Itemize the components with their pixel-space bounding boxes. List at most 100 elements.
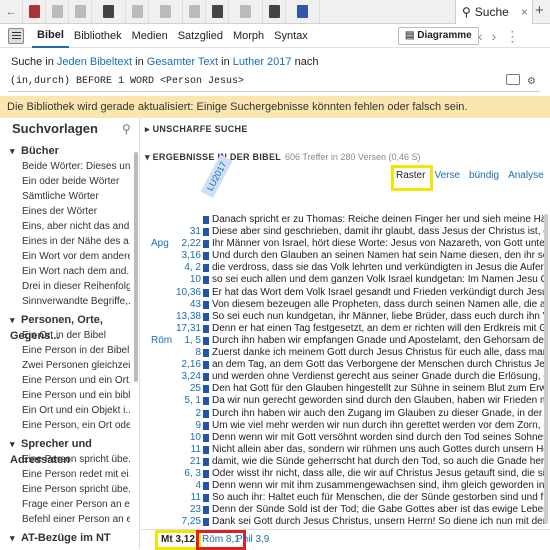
result-row[interactable]: 13,38 So sei euch nun kundgetan, ihr Männ… [141,311,550,323]
result-row[interactable]: 21 damit, wie die Sünde geherrscht hat du… [141,456,550,468]
row-verse[interactable]: 17,31 [176,323,201,335]
row-verse[interactable]: 9 [195,420,201,432]
row-book[interactable]: Apg [151,238,169,250]
row-text[interactable]: Von diesem bezeugen alle Propheten, dass… [212,299,547,311]
tab-raster[interactable]: Raster [396,170,425,181]
search-icon[interactable]: ⚲ [122,122,131,136]
row-text[interactable]: Und durch den Glauben an seinen Namen ha… [212,250,547,262]
row-verse[interactable]: 11 [191,492,201,504]
row-verse[interactable]: 25 [190,383,201,395]
result-row[interactable]: 17,31 Denn er hat einen Tag festgesetzt, … [141,323,550,335]
book-tab-5[interactable] [126,0,149,23]
result-row[interactable]: Apg 2,22 Ihr Männer von Israel, hört diese… [141,238,550,250]
diagram-button[interactable]: ▤ Diagramme [398,27,479,45]
group-at-bezuege[interactable]: AT-Bezüge im NT [0,530,139,546]
row-text[interactable]: Denn wenn wir mit Gott versöhnt worden s… [212,432,547,444]
sidebar-item[interactable]: Eine Person und ein bibl... [0,388,130,403]
row-verse[interactable]: 10 [190,274,201,286]
row-verse[interactable]: 4, 2 [184,262,201,274]
row-text[interactable]: Durch ihn haben wir empfangen Gnade und … [212,335,547,347]
row-text[interactable]: So auch ihr: Haltet euch für Menschen, d… [212,492,547,504]
tab-phil-3-9[interactable]: Phil 3,9 [233,532,272,548]
result-row[interactable]: 2,16 an dem Tag, an dem Gott das Verborge… [141,359,550,371]
result-row[interactable]: 7,25 Dank sei Gott durch Jesus Christus, … [141,516,550,528]
tab-bibel[interactable]: Bibel [32,24,69,48]
search-tab[interactable]: ⚲ Suche × [455,0,533,24]
sidebar-item[interactable]: Eine Person spricht übe... [0,482,130,497]
result-row[interactable]: 11 Nicht allein aber das, sondern wir rüh… [141,444,550,456]
row-text[interactable]: so sei euch allen und dem ganzen Volk Is… [212,274,547,286]
result-row[interactable]: 10,36 Er hat das Wort dem Volk Israel ges… [141,287,550,299]
row-text[interactable]: Nicht allein aber das, sondern wir rühme… [212,444,547,456]
result-row[interactable]: 3,24 und werden ohne Verdienst gerecht au… [141,371,550,383]
book-tab-7[interactable] [183,0,206,23]
book-tab-8[interactable] [206,0,229,23]
sidebar-item[interactable]: Ein Ort und ein Objekt i... [0,403,130,418]
sidebar-item[interactable]: Eine Person, ein Ort ode... [0,418,130,433]
back-tab-icon[interactable]: ← [0,0,23,23]
row-text[interactable]: Um wie viel mehr werden wir nun durch ih… [212,420,547,432]
row-text[interactable]: Ihr Männer von Israel, hört diese Worte:… [212,238,547,250]
fuzzy-search-section[interactable]: ▸ UNSCHARFE SUCHE [145,124,248,135]
sidebar-item[interactable]: Sinnverwandte Begriffe,... [0,294,130,309]
chevron-left-icon[interactable]: ‹ [478,28,492,44]
row-verse[interactable]: 4 [195,480,201,492]
group-personen[interactable]: Personen, Orte, Gegens... [0,312,139,342]
book-tab-10[interactable] [263,0,286,23]
row-text[interactable]: Danach spricht er zu Thomas: Reiche dein… [212,214,547,226]
row-verse[interactable]: 3,24 [182,371,201,383]
text-scope-link[interactable]: Jeden Bibeltext [57,56,132,68]
group-buecher[interactable]: Bücher [0,143,139,159]
keyboard-icon[interactable] [506,74,520,85]
row-text[interactable]: die verdross, dass sie das Volk lehrten … [212,262,547,274]
sidebar-item[interactable]: Eine Person redet mit ei... [0,467,130,482]
row-text[interactable]: Oder wisst ihr nicht, dass alle, die wir… [212,468,547,480]
result-row[interactable]: 43 Von diesem bezeugen alle Propheten, da… [141,299,550,311]
result-row[interactable]: 4, 2 die verdross, dass sie das Volk lehr… [141,262,550,274]
row-text[interactable]: Diese aber sind geschrieben, damit ihr g… [212,226,547,238]
new-tab-icon[interactable]: + [535,2,544,19]
row-text[interactable]: und werden ohne Verdienst gerecht aus se… [212,371,547,383]
row-verse[interactable]: 2,16 [182,359,201,371]
row-verse[interactable]: 1, 5 [184,335,201,347]
result-row[interactable]: Danach spricht er zu Thomas: Reiche dein… [141,214,550,226]
tab-medien[interactable]: Medien [127,25,173,47]
sidebar-item[interactable]: Beide Wörter: Dieses und... [0,159,130,174]
result-row[interactable]: 23 Denn der Sünde Sold ist der Tod; die G… [141,504,550,516]
result-row[interactable]: 10 so sei euch allen und dem ganzen Volk … [141,274,550,286]
sidebar-item[interactable]: Zwei Personen gleichzei... [0,358,130,373]
sidebar-item[interactable]: Eins, aber nicht das and... [0,219,130,234]
row-verse[interactable]: 11 [191,444,201,456]
bible-results-section[interactable]: ▾ ERGEBNISSE IN DER BIBEL 606 Treffer in … [145,152,420,163]
result-row[interactable]: 5, 1 Da wir nun gerecht geworden sind dur… [141,395,550,407]
tab-bibliothek[interactable]: Bibliothek [69,25,127,47]
book-tab-2[interactable] [46,0,69,23]
tab-syntax[interactable]: Syntax [269,25,313,47]
results-scrollbar[interactable] [544,214,548,524]
result-row[interactable]: 11 So auch ihr: Haltet euch für Menschen,… [141,492,550,504]
row-text[interactable]: Denn der Sünde Sold ist der Tod; die Gab… [212,504,547,516]
row-verse[interactable]: 2,22 [182,238,201,250]
tab-analyse[interactable]: Analyse [508,170,544,181]
row-text[interactable]: Den hat Gott für den Glauben hingestellt… [212,383,547,395]
book-tab-11[interactable] [286,0,320,23]
tab-satzglied[interactable]: Satzglied [173,25,228,47]
result-row[interactable]: 9 Um wie viel mehr werden wir nun durch i… [141,420,550,432]
row-text[interactable]: an dem Tag, an dem Gott das Verborgene d… [212,359,547,371]
book-tab-1[interactable] [23,0,46,23]
chevron-right-icon[interactable]: › [492,28,506,44]
sidebar-item[interactable]: Eines in der Nähe des a... [0,234,130,249]
result-row[interactable]: 6, 3 Oder wisst ihr nicht, dass alle, die… [141,468,550,480]
row-verse[interactable]: 43 [190,299,201,311]
result-row[interactable]: 4 Denn wenn wir mit ihm zusammengewachsen… [141,480,550,492]
book-tab-3[interactable] [69,0,92,23]
sidebar-item[interactable]: Ein Wort vor dem andere... [0,249,130,264]
row-verse[interactable]: 21 [190,456,201,468]
result-row[interactable]: 3,16 Und durch den Glauben an seinen Name… [141,250,550,262]
row-text[interactable]: damit, wie die Sünde geherrscht hat durc… [212,456,547,468]
row-verse[interactable]: 10,36 [176,287,201,299]
bible-version-link[interactable]: Luther 2017 [233,56,292,68]
result-row[interactable]: Röm 1, 5 Durch ihn haben wir empfangen Gna… [141,335,550,347]
row-text[interactable]: Dank sei Gott durch Jesus Christus, unse… [212,516,547,528]
row-text[interactable]: So sei euch nun kundgetan, ihr Männer, l… [212,311,547,323]
